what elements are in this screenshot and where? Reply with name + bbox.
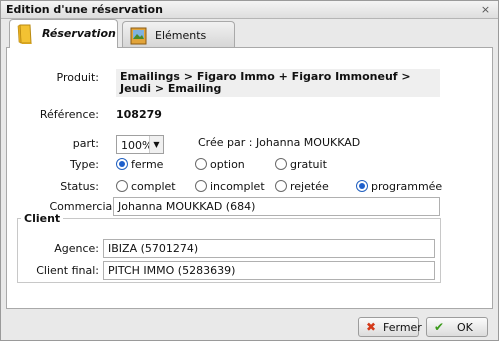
reservation-panel: Produit: Emailings > Figaro Immo + Figar… [6, 47, 493, 309]
agence-field[interactable]: IBIZA (5701274) [103, 239, 435, 258]
tab-reservation-label: Réservation [42, 27, 116, 40]
agence-label: Agence: [54, 242, 99, 255]
book-icon [16, 23, 36, 45]
type-option-option[interactable]: option [210, 158, 245, 171]
type-radio-gratuit[interactable] [275, 158, 287, 170]
check-icon: ✔ [434, 320, 445, 334]
status-option-complet[interactable]: complet [131, 180, 176, 193]
status-radio-incomplet[interactable] [195, 180, 207, 192]
client-legend: Client [21, 212, 64, 225]
tab-elements[interactable]: Eléments [122, 21, 235, 47]
status-radio-rejetee[interactable] [275, 180, 287, 192]
type-option-ferme[interactable]: ferme [131, 158, 163, 171]
fermer-button-label: Fermer [383, 321, 422, 334]
reference-label: Référence: [39, 108, 99, 121]
part-select[interactable]: 100% ▼ [116, 135, 164, 154]
tab-bar: Réservation Eléments [6, 19, 496, 48]
ok-button-label: OK [457, 321, 473, 334]
ok-button[interactable]: ✔ OK [426, 317, 488, 337]
client-final-label: Client final: [36, 264, 99, 277]
tab-elements-label: Eléments [155, 29, 207, 42]
type-radio-option[interactable] [195, 158, 207, 170]
status-option-incomplet[interactable]: incomplet [210, 180, 265, 193]
status-label: Status: [60, 180, 99, 193]
commercial-field[interactable]: Johanna MOUKKAD (684) [113, 197, 440, 216]
fermer-button[interactable]: ✖ Fermer [358, 317, 422, 337]
client-final-field[interactable]: PITCH IMMO (5283639) [103, 261, 435, 280]
reference-value: 108279 [116, 108, 162, 121]
photo-icon [129, 25, 149, 47]
tab-reservation[interactable]: Réservation [9, 19, 118, 48]
produit-label: Produit: [56, 71, 99, 84]
chevron-down-icon[interactable]: ▼ [149, 136, 163, 153]
title-bar[interactable]: Edition d'une réservation × [1, 1, 498, 19]
status-option-rejetee[interactable]: rejetée [290, 180, 329, 193]
type-radio-ferme[interactable] [116, 158, 128, 170]
part-label: part: [72, 137, 99, 150]
edit-reservation-dialog: Edition d'une réservation × Réservation [0, 0, 499, 341]
produit-value: Emailings > Figaro Immo + Figaro Immoneu… [116, 69, 440, 97]
status-radio-complet[interactable] [116, 180, 128, 192]
status-option-programmee[interactable]: programmée [371, 180, 442, 193]
status-radio-programmee[interactable] [356, 180, 368, 192]
part-select-value: 100% [121, 139, 153, 152]
type-option-gratuit[interactable]: gratuit [290, 158, 327, 171]
close-icon[interactable]: × [479, 4, 492, 17]
type-label: Type: [70, 158, 99, 171]
cree-par-text: Crée par : Johanna MOUKKAD [198, 136, 361, 149]
dialog-title: Edition d'une réservation [6, 3, 163, 16]
x-icon: ✖ [366, 320, 377, 334]
